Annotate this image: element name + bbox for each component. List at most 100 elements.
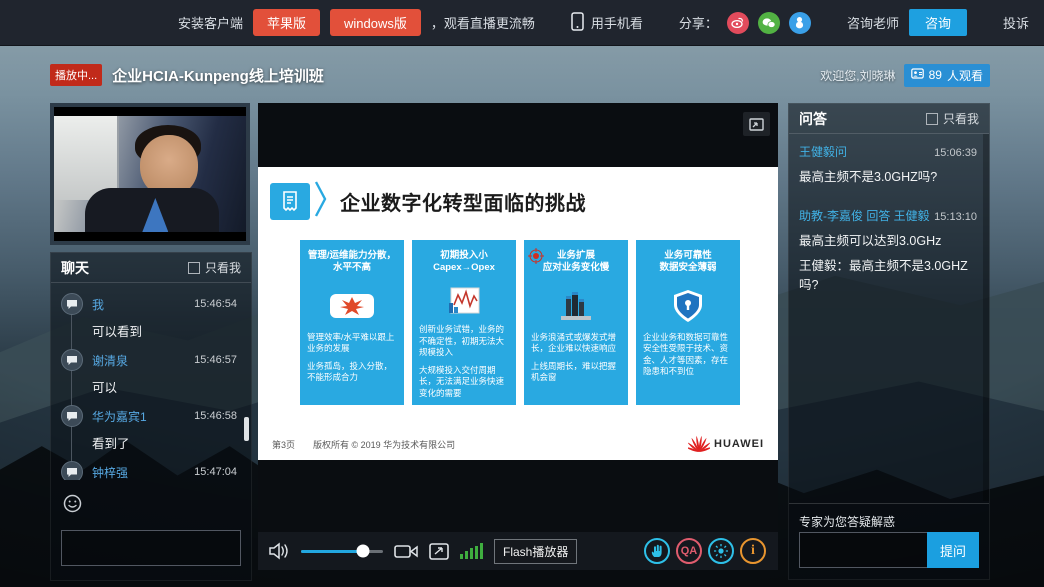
chat-user-name: 我 [92,296,104,313]
qa-title: 问答 [799,109,827,129]
chat-message-list[interactable]: 我 15:46:54 可以看到 谢清泉 15:46:57 可以 华为嘉宾1 15… [51,283,243,480]
webcam-video-frame [54,107,246,241]
chat-message: 谢清泉 15:46:57 可以 [61,349,237,396]
chat-input[interactable] [61,530,241,566]
flash-player-button[interactable]: Flash播放器 [494,539,577,564]
cloud-burst-icon [307,280,397,332]
slide-card-management: 管理/运维能力分散，水平不高 管理效率/水平难以跟上业务的发展 业务孤岛，投入分… [300,240,404,405]
chat-user-name: 华为嘉宾1 [92,408,147,425]
chat-scrollbar-thumb[interactable] [244,417,249,441]
phone-icon [571,12,584,34]
qq-icon[interactable] [789,12,811,34]
chat-scrollbar[interactable] [244,283,249,480]
welcome-user-label: 欢迎您,刘晓琳 [820,67,895,84]
qa-icon[interactable]: QA [676,538,702,564]
volume-slider[interactable] [301,550,383,553]
slide-card-capex: 初期投入小 Capex→Opex 创新业务试错，业务的不确定性，初期无法大规模投… [412,240,516,405]
top-toolbar: 安装客户端 苹果版 windows版 ，观看直播更流畅 用手机看 分享： 咨询老… [0,0,1044,46]
chat-bubble-avatar-icon [61,461,83,480]
qa-footer-label: 专家为您答疑解惑 [799,513,895,530]
chat-message: 华为嘉宾1 15:46:58 看到了 [61,405,237,452]
slide-footer: 第3页 版权所有 © 2019 华为技术有限公司 [272,435,764,453]
consult-button[interactable]: 咨询 [909,9,967,36]
webcam-video [54,116,246,232]
page-title: 企业HCIA-Kunpeng线上培训班 [112,65,324,86]
chat-text: 可以看到 [61,315,237,340]
install-client-label: 安装客户端 [178,13,243,32]
buildings-icon [531,280,621,332]
smiley-icon [63,500,82,517]
player-right-icons: QA i [644,538,768,564]
camera-icon[interactable] [394,544,418,559]
complaint-link[interactable]: 投诉 [1003,13,1029,32]
live-classroom-page: 安装客户端 苹果版 windows版 ，观看直播更流畅 用手机看 分享： 咨询老… [0,0,1044,587]
windows-version-button[interactable]: windows版 [330,9,421,36]
chat-header: 聊天 只看我 [51,253,251,283]
hand-icon[interactable] [644,538,670,564]
chat-time: 15:47:04 [194,466,237,478]
qa-text: 最高主频不是3.0GHZ吗? [799,166,977,185]
consult-teacher-label: 咨询老师 [847,13,899,32]
chat-panel: 聊天 只看我 我 15:46:54 可以看到 谢清泉 15:46:57 [50,252,252,581]
brightness-icon[interactable] [708,538,734,564]
volume-knob[interactable] [356,545,369,558]
playing-status-badge: 播放中... [50,64,102,86]
qa-message-list[interactable]: 王健毅问 15:06:39 最高主频不是3.0GHZ吗? 助教-李嘉俊 回答 王… [789,134,983,501]
people-icon [911,68,924,82]
qa-time: 15:13:10 [934,211,977,223]
expand-icon[interactable] [743,112,770,136]
card-title: 业务可靠性 数据安全薄弱 [643,250,733,280]
smooth-hint-label: ，观看直播更流畅 [431,13,535,32]
document-icon [270,183,310,220]
shield-icon [643,280,733,332]
info-icon[interactable]: i [740,538,766,564]
card-body: 企业业务和数据可靠性安全性受限于技术、资金、人才等因素，存在隐患和不到位 [643,332,733,384]
speaker-icon[interactable] [268,542,290,560]
emoji-picker-button[interactable] [63,494,82,518]
chart-icon [419,280,509,324]
qa-user-name: 助教-李嘉俊 回答 王健毅 [799,207,930,224]
share-group: 分享： [679,12,811,34]
share-label: 分享： [679,13,718,32]
slide: 企业数字化转型面临的挑战 管理/运维能力分散，水平不高 管理效率/水平难以跟上业… [258,167,778,460]
chat-bubble-avatar-icon [61,349,83,371]
wechat-icon[interactable] [758,12,780,34]
card-body: 管理效率/水平难以跟上业务的发展 业务孤岛，投入分散，不能形成合力 [307,332,397,384]
chat-message: 钟梓强 15:47:04 1 [61,461,237,480]
qa-only-me-checkbox[interactable]: 只看我 [926,110,979,127]
chat-time: 15:46:54 [194,298,237,310]
chat-only-me-checkbox[interactable]: 只看我 [188,259,241,276]
qa-answer: 助教-李嘉俊 回答 王健毅 15:13:10 最高主频可以达到3.0GHz 王健… [799,207,977,293]
qa-footer: 专家为您答疑解惑 提问 [789,503,989,579]
watch-on-mobile-button[interactable]: 用手机看 [571,12,643,34]
chat-time: 15:46:58 [194,410,237,422]
chat-only-me-label: 只看我 [205,259,241,276]
slide-header: 企业数字化转型面临的挑战 [270,180,586,223]
card-title: 业务扩展 应对业务变化慢 [531,250,621,280]
slide-card-reliability: 业务可靠性 数据安全薄弱 企业业务和数据可靠性安全性受限于技术、资金、人才等因素… [636,240,740,405]
viewers-label: 人观看 [947,67,983,84]
crosshair-icon [528,248,544,269]
card-body: 创新业务试错，业务的不确定性，初期无法大规模投入 大规模投入交付周期长，无法满足… [419,324,509,399]
apple-version-button[interactable]: 苹果版 [253,9,320,36]
chat-title: 聊天 [61,258,89,278]
chat-text: 看到了 [61,427,237,452]
presenter-webcam [50,103,250,245]
qa-scrollbar[interactable] [983,134,989,501]
chat-text: 可以 [61,371,237,396]
signal-bars-icon [460,543,483,559]
slide-title: 企业数字化转型面临的挑战 [340,187,586,216]
qa-text: 最高主频可以达到3.0GHz [799,230,977,249]
qa-panel: 问答 只看我 王健毅问 15:06:39 最高主频不是3.0GHZ吗? 助教-李… [788,103,990,580]
qa-only-me-label: 只看我 [943,110,979,127]
slide-card-expansion: 业务扩展 应对业务变化慢 业务浪涌式或爆发式增长，企业难以快速响应 上线周期长，… [524,240,628,405]
card-title: 管理/运维能力分散，水平不高 [307,250,397,280]
slide-cards: 管理/运维能力分散，水平不高 管理效率/水平难以跟上业务的发展 业务孤岛，投入分… [300,240,740,405]
chat-user-name: 钟梓强 [92,464,128,481]
screen-switch-icon[interactable] [429,543,449,560]
checkbox-icon [926,113,938,125]
player-controls: Flash播放器 QA i [258,532,778,570]
weibo-icon[interactable] [727,12,749,34]
question-input[interactable] [799,532,927,568]
ask-button[interactable]: 提问 [927,532,979,568]
